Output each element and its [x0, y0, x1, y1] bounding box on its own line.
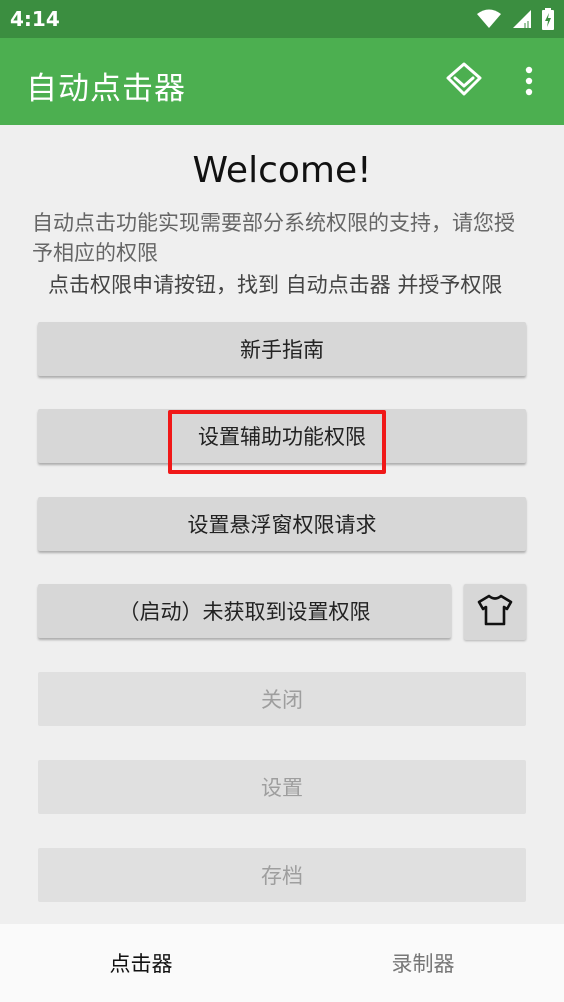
more-vert-icon	[514, 66, 544, 104]
tab-recorder[interactable]: 录制器	[282, 924, 564, 1002]
permission-hint: 点击权限申请按钮，找到 自动点击器 并授予权限	[48, 273, 503, 297]
app-title: 自动点击器	[26, 71, 186, 107]
status-time: 4:14	[10, 7, 60, 31]
tab-clicker[interactable]: 点击器	[0, 924, 282, 1002]
app-bar: 自动点击器	[0, 38, 564, 125]
save-button[interactable]: 存档	[38, 848, 526, 902]
wifi-icon	[476, 9, 502, 33]
status-icons	[476, 8, 554, 34]
premium-button[interactable]	[444, 60, 484, 100]
guide-button[interactable]: 新手指南	[38, 322, 526, 376]
tab-recorder-label: 录制器	[391, 952, 455, 976]
accessibility-permission-button[interactable]: 设置辅助功能权限	[38, 409, 526, 463]
status-bar: 4:14	[0, 0, 564, 38]
tab-clicker-label: 点击器	[109, 952, 173, 976]
theme-button[interactable]	[464, 584, 526, 640]
permission-description: 自动点击功能实现需要部分系统权限的支持，请您授予相应的权限	[32, 211, 515, 265]
signal-icon	[512, 9, 532, 33]
bottom-nav: 点击器 录制器	[0, 924, 564, 1002]
welcome-heading: Welcome!	[192, 150, 372, 191]
diamond-icon	[444, 62, 484, 104]
overlay-permission-button[interactable]: 设置悬浮窗权限请求	[38, 497, 526, 551]
settings-button[interactable]: 设置	[38, 760, 526, 814]
tshirt-icon	[477, 593, 513, 631]
close-button[interactable]: 关闭	[38, 672, 526, 726]
overflow-menu-button[interactable]	[514, 60, 544, 100]
start-button[interactable]: （启动）未获取到设置权限	[38, 584, 451, 638]
battery-icon	[542, 8, 554, 34]
